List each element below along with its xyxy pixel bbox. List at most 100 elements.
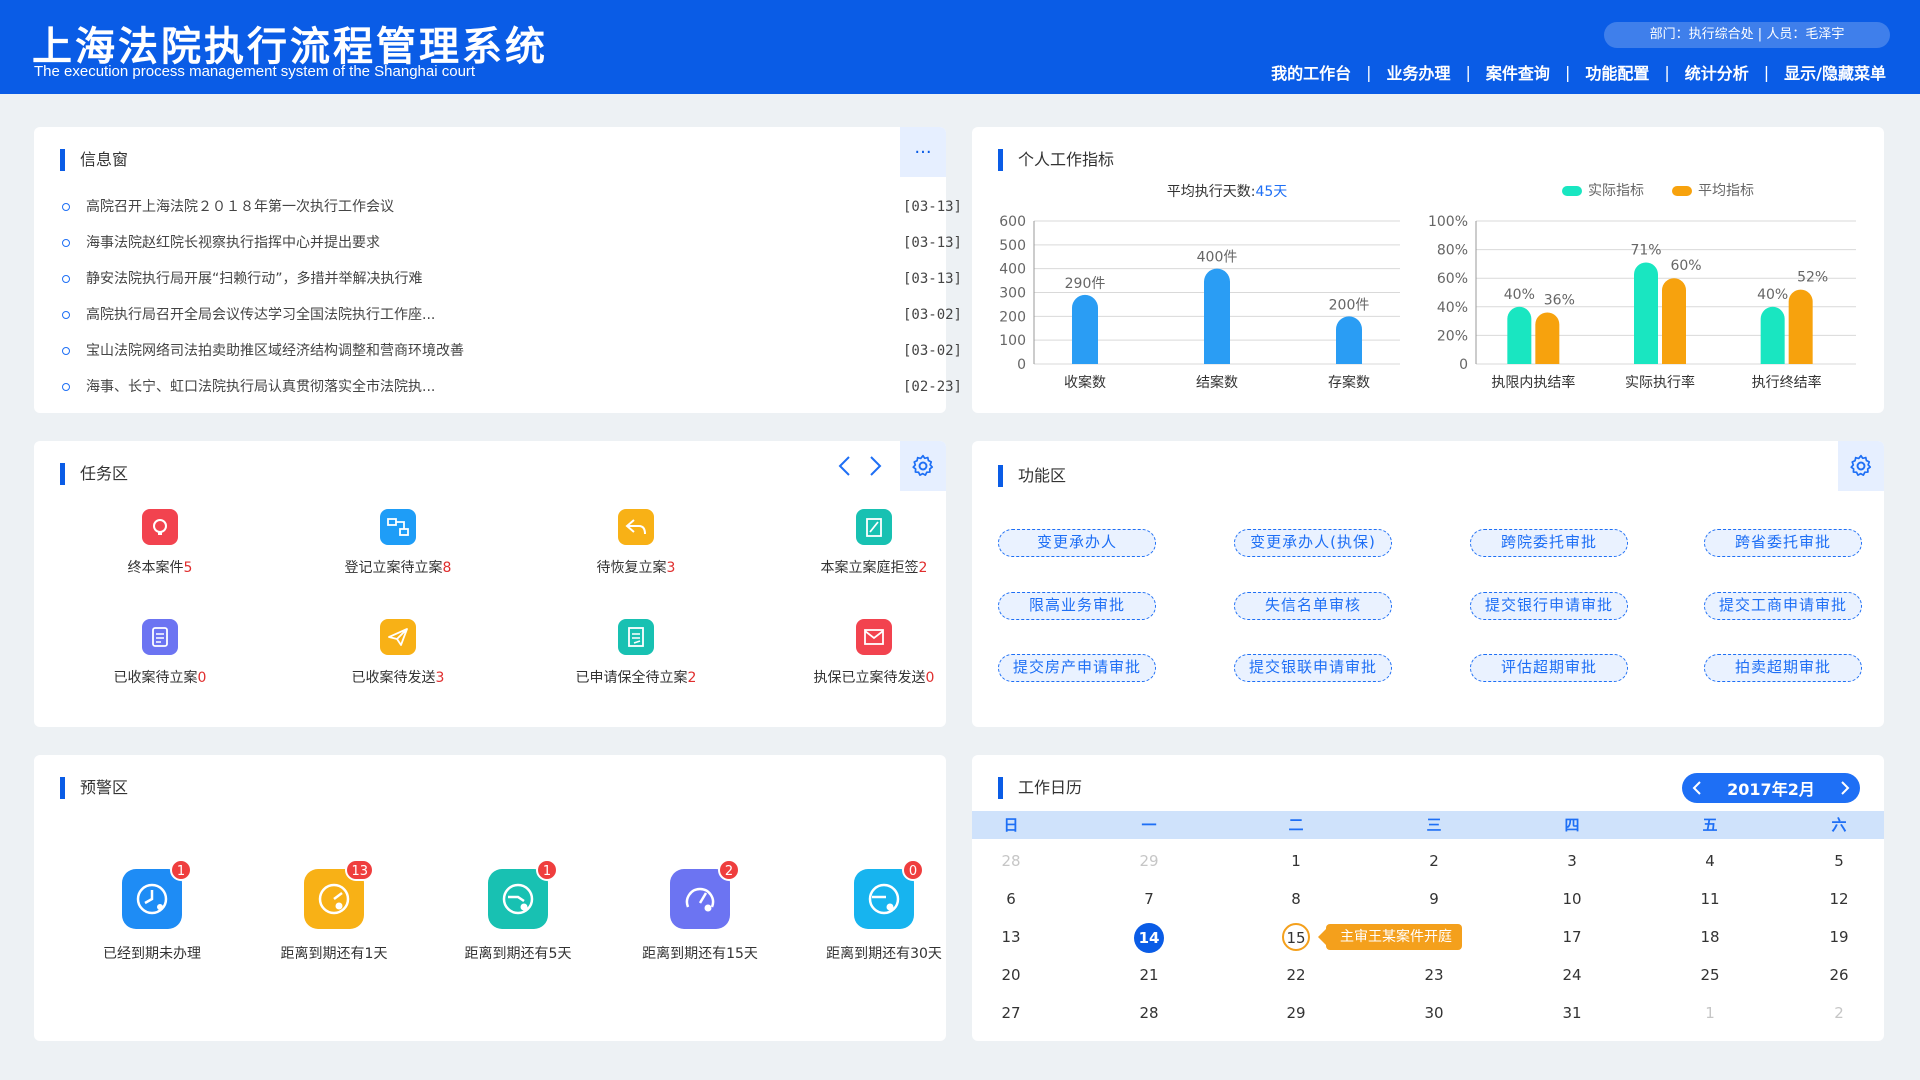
calendar-day[interactable]: 7 [1131, 885, 1167, 913]
function-button[interactable]: 评估超期审批 [1470, 654, 1628, 682]
task-item[interactable]: 本案立案庭拒签2 [756, 509, 992, 577]
prev-month-button[interactable] [1690, 778, 1704, 798]
chevron-left-icon [1692, 781, 1701, 795]
month-label: 2017年2月 [1727, 780, 1815, 799]
calendar-day[interactable]: 8 [1278, 885, 1314, 913]
alert-item[interactable]: 1 已经到期未办理 [62, 859, 242, 963]
calendar-day[interactable]: 29 [1131, 847, 1167, 875]
function-button[interactable]: 提交银行申请审批 [1470, 592, 1628, 620]
y-tick-label: 100 [999, 333, 1026, 349]
document-edit-icon [618, 619, 654, 655]
calendar-day[interactable]: 28 [993, 847, 1029, 875]
day-number: 19 [1829, 928, 1849, 946]
event-tag[interactable]: 主审王某案件开庭 [1318, 924, 1462, 950]
function-button[interactable]: 拍卖超期审批 [1704, 654, 1862, 682]
function-button[interactable]: 变更承办人(执保) [1234, 529, 1392, 557]
function-button[interactable]: 提交银联申请审批 [1234, 654, 1392, 682]
legend-label: 平均指标 [1698, 183, 1754, 199]
calendar-day[interactable]: 10 [1554, 885, 1590, 913]
alert-item[interactable]: 13 距离到期还有1天 [244, 859, 424, 963]
calendar-day-today[interactable]: 14 [1131, 923, 1167, 953]
x-tick-label: 执限内执结率 [1491, 374, 1575, 391]
next-month-button[interactable] [1838, 778, 1852, 798]
bar [1507, 306, 1532, 364]
day-number: 29 [1139, 852, 1159, 870]
news-item[interactable]: 宝山法院网络司法拍卖助推区域经济结构调整和营商环境改善 [03-02] [62, 333, 962, 369]
calendar-day[interactable]: 11 [1692, 885, 1728, 913]
news-date: [03-13] [902, 271, 962, 287]
calendar-day[interactable]: 1 [1692, 999, 1728, 1027]
calendar-day-event[interactable]: 15 [1278, 923, 1314, 951]
calendar-day[interactable]: 25 [1692, 961, 1728, 989]
nav-statistics[interactable]: 统计分析 [1683, 60, 1751, 84]
calendar-day[interactable]: 21 [1131, 961, 1167, 989]
calendar-day[interactable]: 24 [1554, 961, 1590, 989]
calendar-day[interactable]: 2 [1416, 847, 1452, 875]
calendar-day[interactable]: 6 [993, 885, 1029, 913]
paper-plane-icon [380, 619, 416, 655]
calendar-day[interactable]: 12 [1821, 885, 1857, 913]
function-button[interactable]: 失信名单审核 [1234, 592, 1392, 620]
prev-button[interactable] [832, 453, 858, 479]
nav-toggle-menu[interactable]: 显示/隐藏菜单 [1782, 60, 1888, 84]
function-button[interactable]: 跨省委托审批 [1704, 529, 1862, 557]
nav-case-query[interactable]: 案件查询 [1484, 60, 1552, 84]
task-label: 已申请保全待立案 [575, 670, 688, 686]
flowchart-icon [380, 509, 416, 545]
task-item[interactable]: 已收案待立案0 [42, 619, 278, 687]
nav-business[interactable]: 业务办理 [1385, 60, 1453, 84]
nav-function-config[interactable]: 功能配置 [1583, 60, 1651, 84]
calendar-day[interactable]: 17 [1554, 923, 1590, 951]
function-button[interactable]: 提交房产申请审批 [998, 654, 1156, 682]
calendar-day[interactable]: 2 [1821, 999, 1857, 1027]
calendar-day[interactable]: 29 [1278, 999, 1314, 1027]
task-item[interactable]: 已申请保全待立案2 [518, 619, 754, 687]
calendar-day[interactable]: 28 [1131, 999, 1167, 1027]
task-item[interactable]: 执保已立案待发送0 [756, 619, 992, 687]
calendar-day[interactable]: 4 [1692, 847, 1728, 875]
alert-item[interactable]: 1 距离到期还有5天 [428, 859, 608, 963]
calendar-day[interactable]: 5 [1821, 847, 1857, 875]
calendar-day[interactable]: 18 [1692, 923, 1728, 951]
y-tick-label: 500 [999, 238, 1026, 254]
calendar-day[interactable]: 20 [993, 961, 1029, 989]
news-item[interactable]: 海事、长宁、虹口法院执行局认真贯彻落实全市法院执... [02-23] [62, 369, 962, 405]
settings-button[interactable] [1838, 441, 1884, 491]
task-item[interactable]: 终本案件5 [42, 509, 278, 577]
task-item[interactable]: 登记立案待立案8 [280, 509, 516, 577]
nav-separator: | [1564, 62, 1571, 82]
task-item[interactable]: 已收案待发送3 [280, 619, 516, 687]
function-button[interactable]: 限高业务审批 [998, 592, 1156, 620]
calendar-day[interactable]: 23 [1416, 961, 1452, 989]
task-label: 本案立案庭拒签 [820, 560, 919, 576]
news-item[interactable]: 高院召开上海法院２０１８年第一次执行工作会议 [03-13] [62, 189, 962, 225]
calendar-day[interactable]: 19 [1821, 923, 1857, 951]
calendar-day[interactable]: 30 [1416, 999, 1452, 1027]
news-item[interactable]: 静安法院执行局开展“扫赖行动”，多措并举解决执行难 [03-13] [62, 261, 962, 297]
alert-item[interactable]: 0 距离到期还有30天 [794, 859, 974, 963]
function-button[interactable]: 提交工商申请审批 [1704, 592, 1862, 620]
x-tick-label: 结案数 [1196, 374, 1238, 391]
alert-item[interactable]: 2 距离到期还有15天 [610, 859, 790, 963]
nav-my-workbench[interactable]: 我的工作台 [1269, 60, 1353, 84]
calendar-day[interactable]: 9 [1416, 885, 1452, 913]
stamp-icon [142, 509, 178, 545]
news-item[interactable]: 海事法院赵红院长视察执行指挥中心并提出要求 [03-13] [62, 225, 962, 261]
clipboard-reject-icon [856, 509, 892, 545]
next-button[interactable] [862, 453, 888, 479]
calendar-day[interactable]: 1 [1278, 847, 1314, 875]
news-item[interactable]: 高院执行局召开全局会议传达学习全国法院执行工作座... [03-02] [62, 297, 962, 333]
calendar-day[interactable]: 27 [993, 999, 1029, 1027]
function-button[interactable]: 变更承办人 [998, 529, 1156, 557]
function-button[interactable]: 跨院委托审批 [1470, 529, 1628, 557]
settings-button[interactable] [900, 441, 946, 491]
task-item[interactable]: 待恢复立案3 [518, 509, 754, 577]
calendar-day[interactable]: 3 [1554, 847, 1590, 875]
alert-label: 距离到期还有1天 [280, 946, 388, 962]
task-count: 8 [442, 560, 452, 576]
more-button[interactable]: ··· [900, 127, 946, 177]
calendar-day[interactable]: 26 [1821, 961, 1857, 989]
calendar-day[interactable]: 13 [993, 923, 1029, 951]
calendar-day[interactable]: 22 [1278, 961, 1314, 989]
calendar-day[interactable]: 31 [1554, 999, 1590, 1027]
